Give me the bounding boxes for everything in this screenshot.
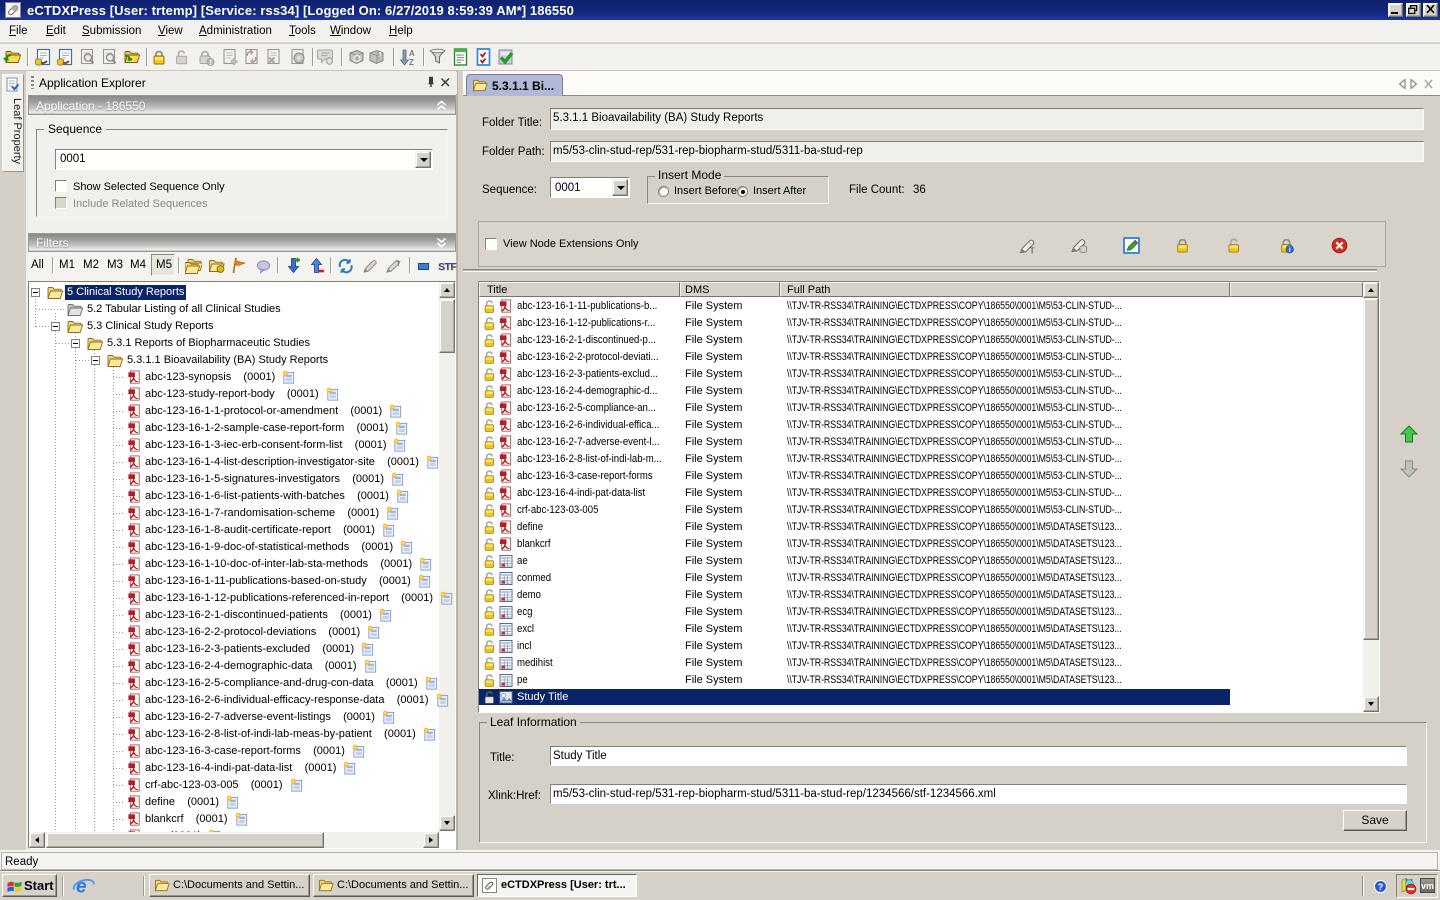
svg-text:Z: Z <box>409 58 414 67</box>
svg-text:?: ? <box>1378 882 1384 892</box>
svg-text:T: T <box>1030 246 1035 255</box>
svg-text:T: T <box>396 259 401 268</box>
svg-text:A: A <box>409 49 415 58</box>
svg-text:i: i <box>1289 247 1291 254</box>
